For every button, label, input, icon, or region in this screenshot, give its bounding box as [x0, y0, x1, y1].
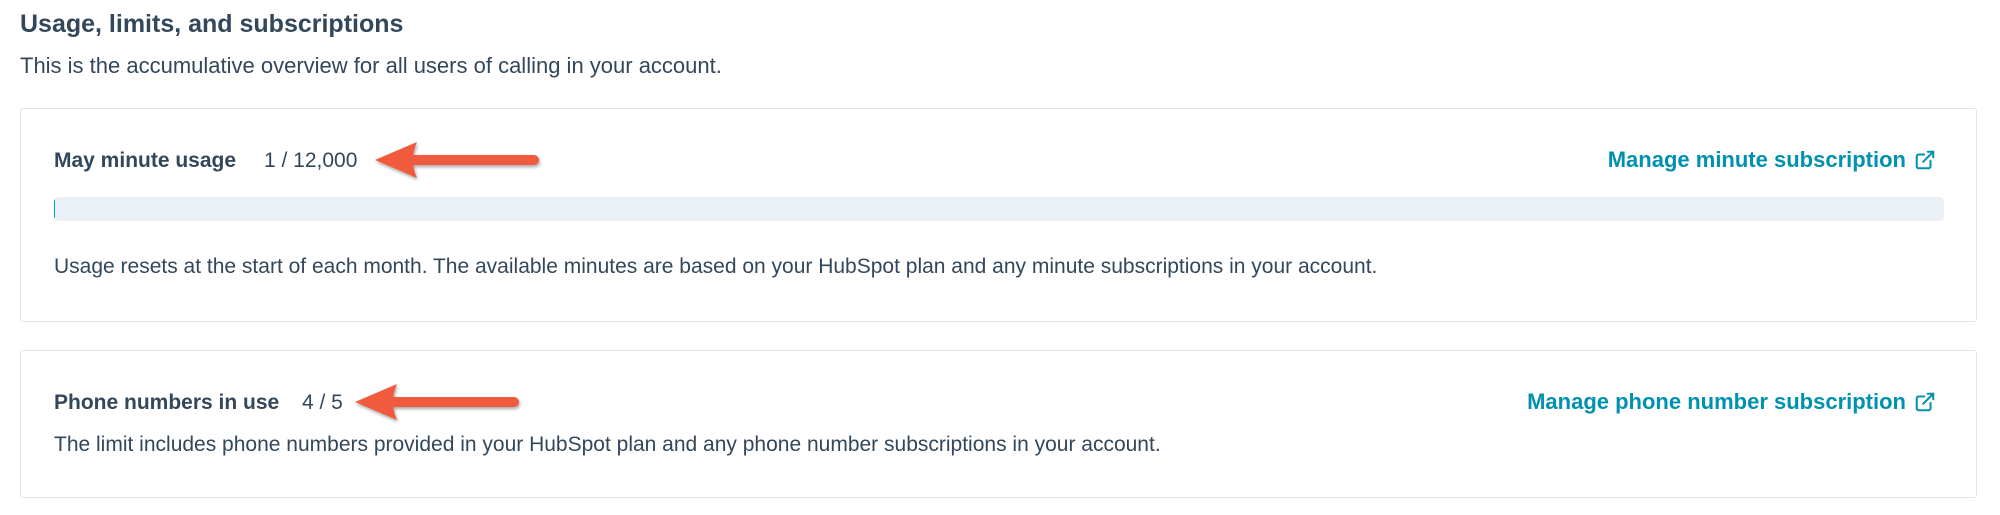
section-description: This is the accumulative overview for al… — [20, 53, 722, 78]
minute-usage-card: May minute usage 1 / 12,000 Manage minut… — [20, 108, 1977, 322]
section-title: Usage, limits, and subscriptions — [20, 10, 404, 38]
external-link-icon — [1915, 150, 1935, 170]
manage-phone-number-subscription-link[interactable]: Manage phone number subscription — [1527, 389, 1936, 415]
external-link-icon — [1915, 392, 1935, 412]
usage-limits-page: Usage, limits, and subscriptions This is… — [0, 0, 2000, 515]
phone-numbers-value: 4 / 5 — [302, 391, 343, 414]
arrow-left-icon — [375, 142, 539, 178]
minute-usage-progress-bar — [54, 197, 1944, 221]
minute-usage-note: Usage resets at the start of each month.… — [54, 255, 1378, 278]
phone-numbers-note: The limit includes phone numbers provide… — [54, 433, 1161, 456]
minute-usage-value: 1 / 12,000 — [264, 149, 358, 172]
phone-numbers-card: Phone numbers in use 4 / 5 Manage phone … — [20, 350, 1977, 498]
arrow-left-icon — [355, 384, 519, 420]
manage-phone-number-subscription-label: Manage phone number subscription — [1527, 389, 1906, 414]
minute-usage-label: May minute usage — [54, 149, 237, 172]
manage-minute-subscription-link[interactable]: Manage minute subscription — [1608, 147, 1936, 173]
manage-minute-subscription-label: Manage minute subscription — [1607, 147, 1906, 172]
phone-numbers-label: Phone numbers in use — [54, 391, 280, 414]
